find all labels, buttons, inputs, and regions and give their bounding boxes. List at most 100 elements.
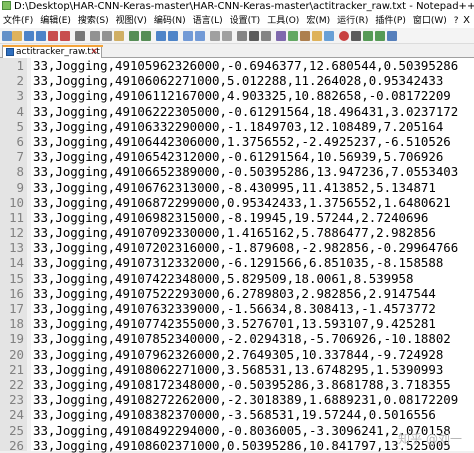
show-all-icon[interactable] bbox=[249, 31, 259, 41]
menu-run[interactable]: 运行(R) bbox=[334, 14, 372, 28]
line-text[interactable]: 33,Jogging,49108272262000,-2.3018389,1.6… bbox=[33, 392, 458, 407]
menu-tools[interactable]: 工具(O) bbox=[264, 14, 303, 28]
tab-close-icon[interactable]: ✕ bbox=[90, 46, 98, 58]
line-text[interactable]: 33,Jogging,49106222305000,-0.61291564,18… bbox=[33, 104, 458, 119]
line-text[interactable]: 33,Jogging,49106542312000,-0.61291564,10… bbox=[33, 149, 443, 164]
cut-icon[interactable] bbox=[90, 31, 100, 41]
text-line[interactable]: 21 33,Jogging,49108062271000,3.568531,13.… bbox=[0, 362, 474, 377]
close-all-icon[interactable] bbox=[60, 31, 70, 41]
menu-settings[interactable]: 设置(T) bbox=[227, 14, 265, 28]
find-icon[interactable] bbox=[156, 31, 166, 41]
doc-map-icon[interactable] bbox=[288, 31, 298, 41]
text-line[interactable]: 24 33,Jogging,49108382370000,-3.568531,19… bbox=[0, 407, 474, 422]
close-document-icon[interactable]: X bbox=[463, 14, 470, 28]
line-text[interactable]: 33,Jogging,49106762313000,-8.430995,11.4… bbox=[33, 180, 436, 195]
zoom-in-icon[interactable] bbox=[183, 31, 193, 41]
text-line[interactable]: 6 33,Jogging,49106442306000,1.3756552,-2.… bbox=[0, 134, 474, 149]
sync-v-icon[interactable] bbox=[210, 31, 220, 41]
lang-icon[interactable] bbox=[276, 31, 286, 41]
text-line[interactable]: 23 33,Jogging,49108272262000,-2.3018389,1… bbox=[0, 392, 474, 407]
undo-icon[interactable] bbox=[129, 31, 139, 41]
menu-file[interactable]: 文件(F) bbox=[0, 14, 37, 28]
sync-h-icon[interactable] bbox=[222, 31, 232, 41]
text-line[interactable]: 18 33,Jogging,49107742355000,3.5276701,13… bbox=[0, 316, 474, 331]
line-text[interactable]: 33,Jogging,49106872299000,0.95342433,1.3… bbox=[33, 195, 451, 210]
text-line[interactable]: 4 33,Jogging,49106222305000,-0.61291564,1… bbox=[0, 104, 474, 119]
line-text[interactable]: 33,Jogging,49105962326000,-0.6946377,12.… bbox=[33, 58, 458, 73]
word-wrap-icon[interactable] bbox=[237, 31, 247, 41]
line-text[interactable]: 33,Jogging,49107852340000,-2.0294318,-5.… bbox=[33, 331, 451, 346]
line-text[interactable]: 33,Jogging,49107742355000,3.5276701,13.5… bbox=[33, 316, 436, 331]
menu-view[interactable]: 视图(V) bbox=[113, 14, 151, 28]
line-number: 6 bbox=[16, 133, 24, 149]
text-line[interactable]: 17 33,Jogging,49107632339000,-1.56634,8.3… bbox=[0, 301, 474, 316]
play-icon[interactable] bbox=[363, 31, 373, 41]
line-text[interactable]: 33,Jogging,49108172348000,-0.50395286,3.… bbox=[33, 377, 451, 392]
text-line[interactable]: 10 33,Jogging,49106872299000,0.95342433,1… bbox=[0, 195, 474, 210]
menu-encoding[interactable]: 编码(N) bbox=[151, 14, 190, 28]
tab-actitracker-raw[interactable]: actitracker_raw.txt ✕ bbox=[2, 45, 103, 58]
function-list-icon[interactable] bbox=[300, 31, 310, 41]
text-line[interactable]: 12 33,Jogging,49107092330000,1.4165162,5.… bbox=[0, 225, 474, 240]
open-file-icon[interactable] bbox=[12, 31, 22, 41]
menu-language[interactable]: 语言(L) bbox=[190, 14, 227, 28]
text-line[interactable]: 2 33,Jogging,49106062271000,5.012288,11.2… bbox=[0, 73, 474, 88]
text-line[interactable]: 1 33,Jogging,49105962326000,-0.6946377,12… bbox=[0, 58, 474, 73]
close-icon[interactable] bbox=[48, 31, 58, 41]
line-text[interactable]: 33,Jogging,49107202316000,-1.879608,-2.9… bbox=[33, 240, 458, 255]
copy-icon[interactable] bbox=[102, 31, 112, 41]
menu-plugins[interactable]: 插件(P) bbox=[372, 14, 409, 28]
zoom-out-icon[interactable] bbox=[195, 31, 205, 41]
line-text[interactable]: 33,Jogging,49107962326000,2.7649305,10.3… bbox=[33, 347, 443, 362]
line-number: 16 bbox=[9, 285, 24, 301]
text-line[interactable]: 19 33,Jogging,49107852340000,-2.0294318,-… bbox=[0, 331, 474, 346]
line-text[interactable]: 33,Jogging,49106332290000,-1.1849703,12.… bbox=[33, 119, 443, 134]
text-line[interactable]: 15 33,Jogging,49107422348000,5.829509,18.… bbox=[0, 271, 474, 286]
line-text[interactable]: 33,Jogging,49107092330000,1.4165162,5.78… bbox=[33, 225, 436, 240]
line-text[interactable]: 33,Jogging,49107312332000,-6.1291566,6.8… bbox=[33, 255, 443, 270]
menu-macro[interactable]: 宏(M) bbox=[303, 14, 334, 28]
text-line[interactable]: 22 33,Jogging,49108172348000,-0.50395286,… bbox=[0, 377, 474, 392]
line-text[interactable]: 33,Jogging,49107422348000,5.829509,18.00… bbox=[33, 271, 413, 286]
text-line[interactable]: 20 33,Jogging,49107962326000,2.7649305,10… bbox=[0, 347, 474, 362]
line-text[interactable]: 33,Jogging,49108062271000,3.568531,13.67… bbox=[33, 362, 443, 377]
paste-icon[interactable] bbox=[114, 31, 124, 41]
text-line[interactable]: 5 33,Jogging,49106332290000,-1.1849703,12… bbox=[0, 119, 474, 134]
text-line[interactable]: 16 33,Jogging,49107522293000,6.2789803,2.… bbox=[0, 286, 474, 301]
replace-icon[interactable] bbox=[168, 31, 178, 41]
menu-search[interactable]: 搜索(S) bbox=[75, 14, 113, 28]
text-line[interactable]: 3 33,Jogging,49106112167000,4.903325,10.8… bbox=[0, 88, 474, 103]
print-icon[interactable] bbox=[75, 31, 85, 41]
line-number: 8 bbox=[16, 164, 24, 180]
text-line[interactable]: 8 33,Jogging,49106652389000,-0.50395286,1… bbox=[0, 164, 474, 179]
text-line[interactable]: 11 33,Jogging,49106982315000,-8.19945,19.… bbox=[0, 210, 474, 225]
text-line[interactable]: 13 33,Jogging,49107202316000,-1.879608,-2… bbox=[0, 240, 474, 255]
record-icon[interactable] bbox=[339, 31, 349, 41]
text-line[interactable]: 7 33,Jogging,49106542312000,-0.61291564,1… bbox=[0, 149, 474, 164]
play-multi-icon[interactable] bbox=[375, 31, 385, 41]
line-text[interactable]: 33,Jogging,49106062271000,5.012288,11.26… bbox=[33, 73, 443, 88]
stop-icon[interactable] bbox=[351, 31, 361, 41]
save-all-icon[interactable] bbox=[36, 31, 46, 41]
line-text[interactable]: 33,Jogging,49106112167000,4.903325,10.88… bbox=[33, 88, 451, 103]
line-text[interactable]: 33,Jogging,49107632339000,-1.56634,8.308… bbox=[33, 301, 436, 316]
redo-icon[interactable] bbox=[141, 31, 151, 41]
line-text[interactable]: 33,Jogging,49106982315000,-8.19945,19.57… bbox=[33, 210, 428, 225]
line-text[interactable]: 33,Jogging,49108382370000,-3.568531,19.5… bbox=[33, 407, 436, 422]
line-text[interactable]: 33,Jogging,49108492294000,-0.8036005,-3.… bbox=[33, 423, 451, 438]
text-line[interactable]: 9 33,Jogging,49106762313000,-8.430995,11.… bbox=[0, 180, 474, 195]
save-macro-icon[interactable] bbox=[387, 31, 397, 41]
menu-edit[interactable]: 编辑(E) bbox=[37, 14, 75, 28]
menu-window[interactable]: 窗口(W) bbox=[410, 14, 451, 28]
save-icon[interactable] bbox=[24, 31, 34, 41]
line-text[interactable]: 33,Jogging,49107522293000,6.2789803,2.98… bbox=[33, 286, 436, 301]
line-text[interactable]: 33,Jogging,49106442306000,1.3756552,-2.4… bbox=[33, 134, 451, 149]
folder-icon[interactable] bbox=[312, 31, 322, 41]
line-text[interactable]: 33,Jogging,49106652389000,-0.50395286,13… bbox=[33, 164, 458, 179]
text-line[interactable]: 14 33,Jogging,49107312332000,-6.1291566,6… bbox=[0, 255, 474, 270]
monitor-icon[interactable] bbox=[324, 31, 334, 41]
indent-guide-icon[interactable] bbox=[261, 31, 271, 41]
editor-area[interactable]: 1 33,Jogging,49105962326000,-0.6946377,12… bbox=[0, 58, 474, 453]
new-file-icon[interactable] bbox=[2, 31, 12, 41]
menu-help[interactable]: ? bbox=[451, 14, 463, 28]
